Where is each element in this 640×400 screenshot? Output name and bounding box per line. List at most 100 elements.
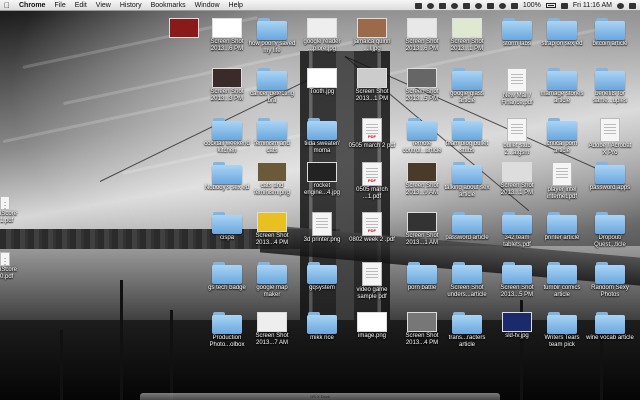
desktop-file[interactable]: Tooth.jpg — [298, 68, 346, 96]
desktop-folder[interactable]: benefits for same...uples — [586, 68, 634, 104]
desktop-file[interactable]: iScore 1.pdf — [0, 196, 24, 224]
desktop-file[interactable]: Screen Shot 2013...6 PM — [203, 18, 251, 52]
desktop-folder[interactable]: marriage stories article — [538, 68, 586, 104]
status-app-icon[interactable] — [414, 2, 422, 9]
desktop-folder[interactable]: storm labs — [493, 18, 541, 48]
desktop-folder[interactable]: team blog bullet stubs — [443, 118, 491, 154]
desktop-file[interactable]: Screen Shot 2013...1 PM — [348, 68, 396, 102]
desktop-folder[interactable]: critical porn article — [538, 118, 586, 154]
desktop-folder[interactable]: how poorly saved my life — [248, 18, 296, 54]
desktop-folder[interactable]: password apps — [586, 162, 634, 192]
icon-label: tiida sweater/ moma — [304, 141, 340, 154]
desktop-folder[interactable]: cispa — [203, 212, 251, 242]
dropbox-icon[interactable] — [462, 2, 470, 9]
desktop-file[interactable]: video game sample pdf — [348, 262, 396, 300]
desktop-folder[interactable]: Dropout/ Quest...ticle — [586, 212, 634, 248]
notification-icon[interactable] — [629, 2, 636, 9]
menu-window[interactable]: Window — [195, 0, 220, 11]
desktop-file[interactable]: Screen Shot 2013...1 PM — [493, 162, 541, 196]
menu-history[interactable]: History — [120, 0, 142, 11]
desktop-file[interactable]: image.png — [348, 312, 396, 340]
desktop-file[interactable]: Screen Shot 2013...1 PM — [443, 18, 491, 52]
desktop-folder[interactable]: google map maker — [248, 262, 296, 298]
desktop-file[interactable]: Screen Shot 2013...9 AM — [398, 162, 446, 196]
desktop-folder[interactable]: cocktail weekend kitchen — [203, 118, 251, 154]
menubar-clock[interactable]: Fri 11:16 AM — [573, 0, 612, 11]
menu-edit[interactable]: Edit — [75, 0, 87, 11]
desktop-folder[interactable]: google glass article — [443, 68, 491, 104]
desktop-folder[interactable]: wine vocab article — [586, 312, 634, 342]
desktop-folder[interactable]: gqsystem — [298, 262, 346, 292]
icon-label: porn battle — [407, 285, 437, 291]
desktop-file[interactable]: cats and feminism.png — [248, 162, 296, 196]
desktop-file[interactable]: rocket engine...4.jpg — [298, 162, 346, 196]
icon-label: how poorly saved my life — [248, 41, 296, 54]
battery-icon[interactable] — [545, 3, 556, 8]
desktop-file[interactable]: Screen Shot 2013...7 AM — [248, 312, 296, 346]
desktop-folder[interactable]: gs tech badge — [203, 262, 251, 292]
desktop-file[interactable]: PDF 0802 week 2 .pdf — [348, 212, 396, 244]
desktop-file[interactable]: Adobe / Acrobat X Pro — [586, 118, 634, 156]
icon-label: Screen Shot 2013...6 PM — [405, 39, 439, 52]
folder-icon — [547, 212, 577, 234]
app-menu[interactable]: Chrome — [19, 0, 45, 11]
desktop-folder[interactable]: remote control...article — [398, 118, 446, 154]
desktop-file[interactable]: Screen Shot 2013...1 AM — [398, 212, 446, 246]
status-app-icon[interactable] — [426, 2, 434, 9]
desktop-file[interactable]: Screen Shot 2013...3 PM — [203, 68, 251, 102]
desktop-folder[interactable]: Random Sexy Photos — [586, 262, 634, 298]
apple-icon[interactable]:  — [4, 0, 10, 11]
icon-label: 0505 march ...1.pdf — [356, 187, 388, 200]
wifi-icon[interactable] — [498, 2, 506, 9]
desktop-file[interactable] — [160, 18, 208, 39]
desktop-folder[interactable]: Screen Shot 2013...5 PM — [493, 262, 541, 298]
icon-label: Screen Shot 2013...6 PM — [210, 39, 244, 52]
desktop-file[interactable]: Screen Shot 2013...4 PM — [398, 312, 446, 346]
bluetooth-icon[interactable] — [486, 2, 494, 9]
desktop-folder[interactable]: Production Photo...olbox — [203, 312, 251, 348]
input-flag-icon[interactable] — [560, 2, 568, 9]
desktop-folder[interactable]: tumblr comics article — [538, 262, 586, 298]
desktop-folder[interactable]: password article — [443, 212, 491, 242]
desktop-folder[interactable]: talking about sex article — [443, 162, 491, 198]
desktop-file[interactable]: bullet stub 2...atgsm — [493, 118, 541, 156]
menu-bookmarks[interactable]: Bookmarks — [151, 0, 186, 11]
menu-help[interactable]: Help — [229, 0, 243, 11]
desktop-folder[interactable]: cancer detecting bra — [248, 68, 296, 104]
search-icon[interactable] — [617, 2, 624, 9]
desktop-folder[interactable]: 342 team tablets.pdf — [493, 212, 541, 248]
desktop-folder[interactable]: mikk rice — [298, 312, 346, 342]
status-app-icon[interactable] — [438, 2, 446, 9]
menu-file[interactable]: File — [54, 0, 65, 11]
desktop-folder[interactable]: printer article — [538, 212, 586, 242]
desktop-file[interactable]: 3d printer.png — [298, 212, 346, 244]
folder-icon — [452, 68, 482, 90]
desktop-file[interactable]: Screen Shot 2013...5 PM — [398, 68, 446, 102]
desktop-file[interactable]: Screen Shot 2013...4 PM — [248, 212, 296, 246]
desktop-file[interactable]: sld-tv.jpg — [493, 312, 541, 340]
desktop-folder[interactable]: Writers Tears team pick — [538, 312, 586, 348]
desktop-file[interactable]: google reader ...plore.jpg — [298, 18, 346, 52]
desktop-folder[interactable]: Screen Shot unders...article — [443, 262, 491, 298]
desktop-folder[interactable]: bitcoin article — [586, 18, 634, 48]
status-app-icon[interactable] — [450, 2, 458, 9]
icon-label: google map maker — [256, 285, 288, 298]
desktop-file[interactable]: New Mail / Finance.pdf — [493, 68, 541, 106]
desktop-file[interactable]: PDF 0505 march ...1.pdf — [348, 162, 396, 200]
battery-percent[interactable]: 100% — [523, 0, 541, 11]
desktop-folder[interactable]: feminism and cats — [248, 118, 296, 154]
desktop-folder[interactable]: porn battle — [398, 262, 446, 292]
desktop-folder[interactable]: tiida sweater/ moma — [298, 118, 346, 154]
menu-view[interactable]: View — [96, 0, 111, 11]
time-machine-icon[interactable] — [474, 2, 482, 9]
desktop-file[interactable]: PDF 0505 march 2 pdf — [348, 118, 396, 150]
desktop-folder[interactable]: strap on sex ed — [538, 18, 586, 48]
desktop-file[interactable]: player intel internet.pdf — [538, 162, 586, 200]
desktop-file[interactable]: iScore 0.pdf — [0, 252, 24, 280]
volume-icon[interactable] — [510, 2, 518, 9]
desktop-file[interactable]: Screen Shot 2013...6 PM — [398, 18, 446, 52]
desktop-folder[interactable]: trans...racters article — [443, 312, 491, 348]
dock[interactable]: OS X Dock — [140, 393, 500, 400]
desktop-folder[interactable]: Nobody's sex ed — [203, 162, 251, 192]
desktop-file[interactable]: jamaica quinn ...ll.jpg — [348, 18, 396, 52]
